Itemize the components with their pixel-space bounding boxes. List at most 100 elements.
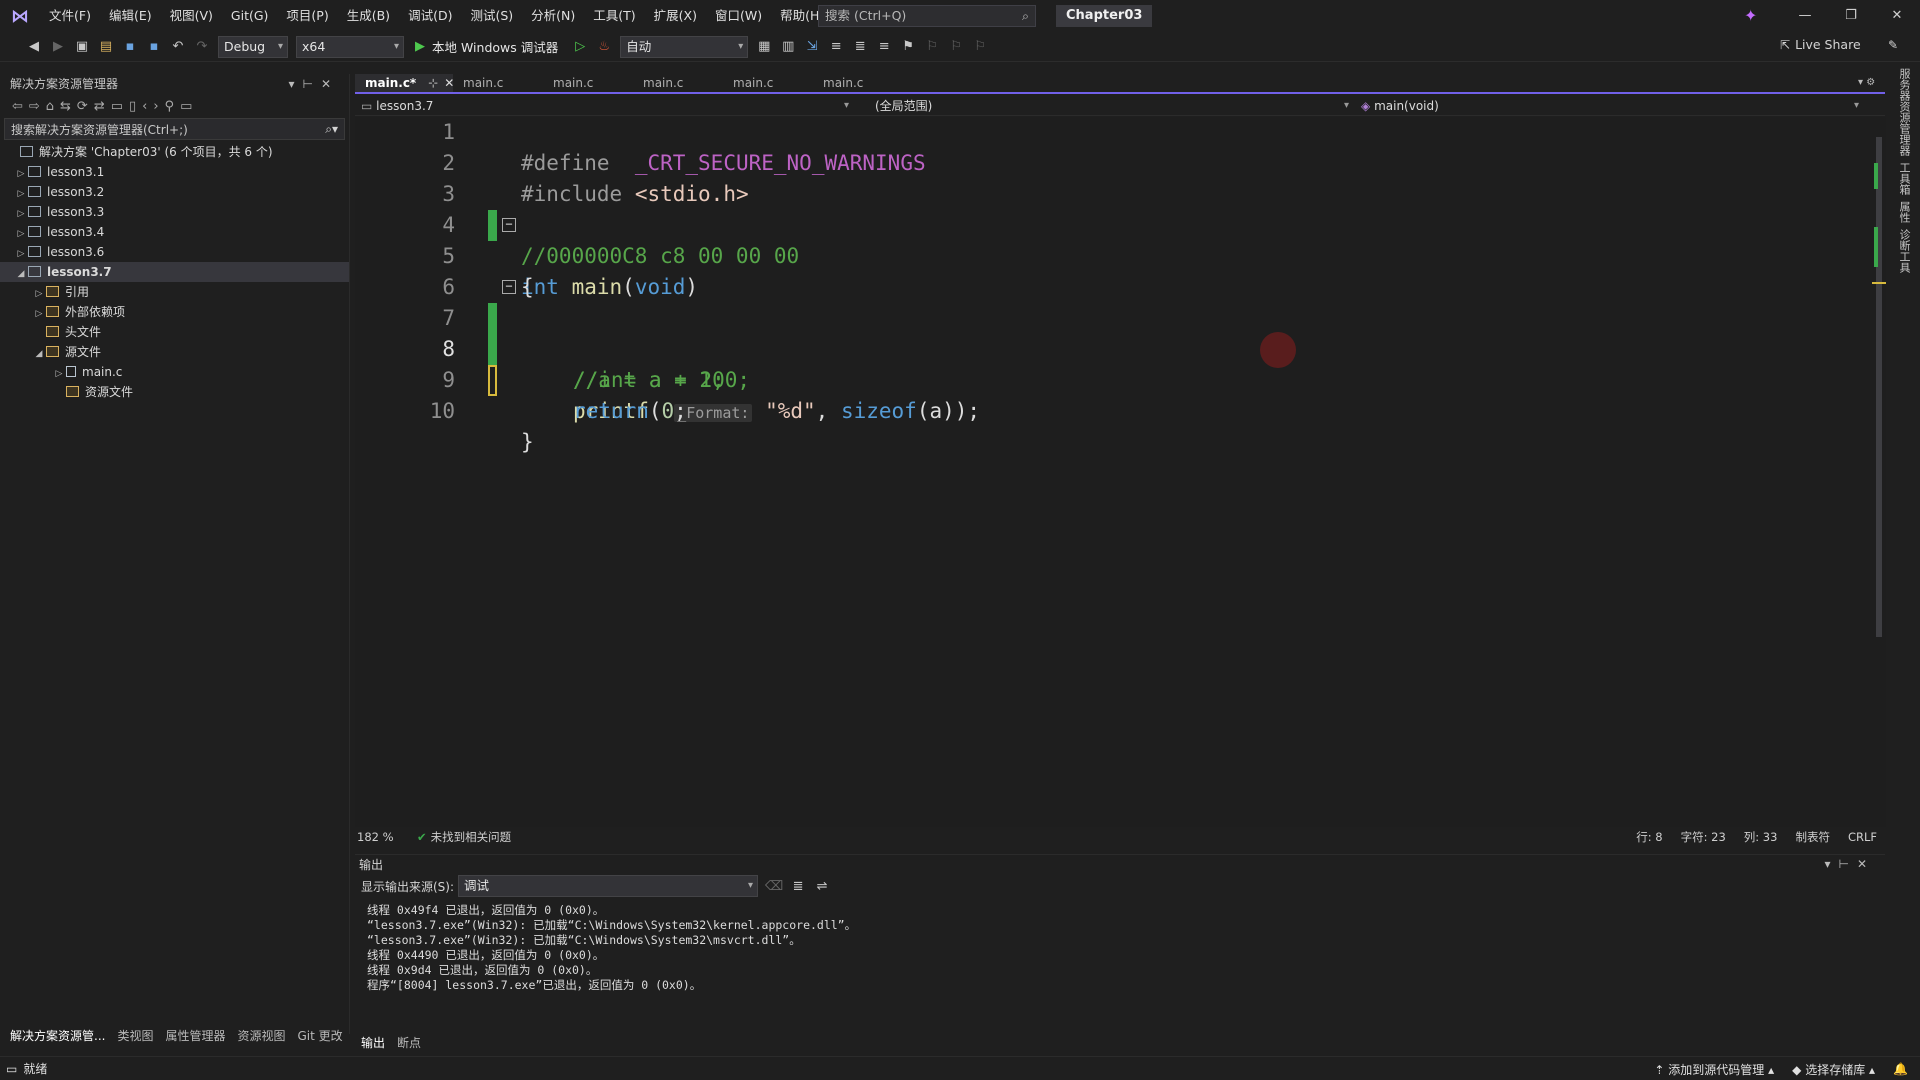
config-select[interactable]: Debug: [218, 35, 288, 58]
undo-icon[interactable]: ↶: [168, 37, 188, 57]
comment-icon[interactable]: ≣: [850, 37, 870, 57]
browse-icon[interactable]: ▦: [754, 37, 774, 57]
save-all-icon[interactable]: ▪: [144, 37, 164, 57]
outdent-icon[interactable]: ≡: [874, 37, 894, 57]
editor-tab[interactable]: main.c: [813, 74, 903, 92]
collapse-icon[interactable]: −: [502, 218, 516, 232]
minimize-icon[interactable]: —: [1782, 0, 1828, 32]
folder-node[interactable]: ◢ 源文件: [0, 342, 349, 362]
search-box[interactable]: 搜索 (Ctrl+Q) ⌕: [818, 5, 1036, 27]
save-icon[interactable]: ▪: [120, 37, 140, 57]
editor-tab[interactable]: main.c: [453, 74, 543, 92]
project-node[interactable]: ▷ lesson3.6: [0, 242, 349, 262]
pin-icon[interactable]: ⊹: [428, 76, 438, 90]
bottom-tab[interactable]: 断点: [391, 1033, 427, 1053]
word-wrap-icon[interactable]: ≣: [788, 876, 808, 896]
select-repository-button[interactable]: ◆ 选择存储库 ▴: [1792, 1061, 1875, 1078]
menu-item[interactable]: Git(G): [222, 0, 278, 32]
line-ending[interactable]: CRLF: [1848, 830, 1877, 844]
expand-arrow-icon[interactable]: ▷: [14, 204, 28, 224]
solution-node[interactable]: 解决方案 'Chapter03' (6 个项目，共 6 个): [0, 142, 349, 162]
platform-select[interactable]: x64: [296, 35, 404, 58]
bookmark-prev-icon[interactable]: ⚐: [922, 37, 942, 57]
toggle-scroll-icon[interactable]: ⇌: [812, 876, 832, 896]
editor-vertical-scrollbar[interactable]: [1872, 117, 1886, 827]
project-node[interactable]: ▷ lesson3.1: [0, 162, 349, 182]
menu-item[interactable]: 窗口(W): [706, 0, 771, 32]
collapse-arrow-icon[interactable]: ◢: [14, 264, 28, 284]
redo-icon[interactable]: ↷: [192, 37, 212, 57]
bottom-tab[interactable]: 输出: [355, 1033, 391, 1053]
code-editor[interactable]: 1 2 3 4 5 6 7 8 9 10 #define _CRT_SECURE_NO_WARNI…: [355, 117, 1875, 827]
bookmark-icon[interactable]: ⚑: [898, 37, 918, 57]
bookmark-clear-icon[interactable]: ⚐: [970, 37, 990, 57]
global-scope-select[interactable]: (全局范围): [855, 97, 1355, 115]
menu-item[interactable]: 文件(F): [40, 0, 100, 32]
expand-arrow-icon[interactable]: ◢: [32, 344, 46, 364]
visual-studio-logo-icon[interactable]: ⋈: [0, 6, 40, 27]
bottom-tab[interactable]: 解决方案资源管...: [4, 1026, 111, 1046]
close-icon[interactable]: ✕: [1874, 0, 1920, 32]
feedback-icon[interactable]: ✎: [1888, 38, 1898, 52]
forward-icon[interactable]: ▶: [48, 37, 68, 57]
folder-node[interactable]: 头文件: [0, 322, 349, 342]
menu-item[interactable]: 扩展(X): [645, 0, 706, 32]
project-node[interactable]: ▷ lesson3.4: [0, 222, 349, 242]
copilot-icon[interactable]: ✦: [1744, 6, 1757, 25]
rail-tab[interactable]: 诊断工具: [1896, 229, 1912, 273]
tab-overflow-icon[interactable]: ▾ ⚙: [1858, 77, 1875, 88]
project-node[interactable]: ▷ lesson3.3: [0, 202, 349, 222]
step-icon[interactable]: ⇲: [802, 37, 822, 57]
bottom-tab[interactable]: 类视图: [111, 1026, 159, 1046]
member-select[interactable]: ◈ main(void): [1355, 97, 1865, 115]
project-node[interactable]: ▷ lesson3.2: [0, 182, 349, 202]
bottom-tab[interactable]: 资源视图: [231, 1026, 291, 1046]
open-icon[interactable]: ▤: [96, 37, 116, 57]
bottom-tab[interactable]: Git 更改: [292, 1026, 349, 1046]
menu-item[interactable]: 生成(B): [338, 0, 399, 32]
indent-icon[interactable]: ≡: [826, 37, 846, 57]
auto-select[interactable]: 自动: [620, 35, 749, 58]
hot-reload-icon[interactable]: ♨: [594, 37, 614, 57]
project-scope-select[interactable]: ▭ lesson3.7: [355, 97, 855, 115]
bottom-tab[interactable]: 属性管理器: [159, 1026, 231, 1046]
panel-window-controls[interactable]: ▾⊢✕: [1824, 857, 1875, 871]
zoom-level[interactable]: 182 %: [357, 830, 417, 844]
solution-explorer-toolbar[interactable]: ⇦⇨⌂⇆⟳⇄▭▯‹›⚲▭: [0, 94, 349, 118]
run-target-button[interactable]: 本地 Windows 调试器: [432, 37, 558, 56]
menu-item[interactable]: 项目(P): [277, 0, 337, 32]
live-share-button[interactable]: ⇱ Live Share: [1780, 37, 1861, 52]
clear-output-icon[interactable]: ⌫: [764, 876, 784, 896]
menu-item[interactable]: 测试(S): [461, 0, 522, 32]
solution-search-box[interactable]: 搜索解决方案资源管理器(Ctrl+;) ⌕▾: [4, 118, 345, 140]
panel-window-controls[interactable]: ▾⊢✕: [288, 74, 339, 94]
expand-arrow-icon[interactable]: ▷: [32, 284, 46, 304]
bookmark-next-icon[interactable]: ⚐: [946, 37, 966, 57]
expand-arrow-icon[interactable]: ▷: [14, 224, 28, 244]
add-to-source-control-button[interactable]: ⇡ 添加到源代码管理 ▴: [1654, 1061, 1774, 1078]
file-node-main-c[interactable]: ▷ main.c: [0, 362, 349, 382]
editor-tab[interactable]: main.c: [543, 74, 633, 92]
notifications-icon[interactable]: 🔔: [1893, 1062, 1908, 1076]
folder-node[interactable]: ▷ 外部依赖项: [0, 302, 349, 322]
start-without-debug-icon[interactable]: ▷: [570, 37, 590, 57]
rail-tab[interactable]: 工具箱: [1896, 162, 1912, 195]
output-text[interactable]: 线程 0x49f4 已退出，返回值为 0 (0x0)。 “lesson3.7.ex…: [355, 899, 1885, 993]
folder-node-resources[interactable]: 资源文件: [0, 382, 349, 402]
collapse-icon[interactable]: −: [502, 280, 516, 294]
editor-tab[interactable]: main.c: [723, 74, 813, 92]
rail-tab[interactable]: 服务器资源管理器: [1896, 68, 1912, 156]
rail-tab[interactable]: 属性: [1896, 201, 1912, 223]
expand-arrow-icon[interactable]: ▷: [32, 304, 46, 324]
back-icon[interactable]: ◀: [24, 37, 44, 57]
project-node[interactable]: ◢ lesson3.7: [0, 262, 349, 282]
indent-mode[interactable]: 制表符: [1795, 829, 1830, 845]
issues-status[interactable]: 未找到相关问题: [431, 829, 512, 845]
restore-icon[interactable]: ❐: [1828, 0, 1874, 32]
expand-arrow-icon[interactable]: ▷: [14, 244, 28, 264]
expand-arrow-icon[interactable]: ▷: [14, 184, 28, 204]
folder-node[interactable]: ▷ 引用: [0, 282, 349, 302]
layout-icon[interactable]: ▥: [778, 37, 798, 57]
menu-item[interactable]: 视图(V): [161, 0, 222, 32]
editor-tab[interactable]: main.c: [633, 74, 723, 92]
